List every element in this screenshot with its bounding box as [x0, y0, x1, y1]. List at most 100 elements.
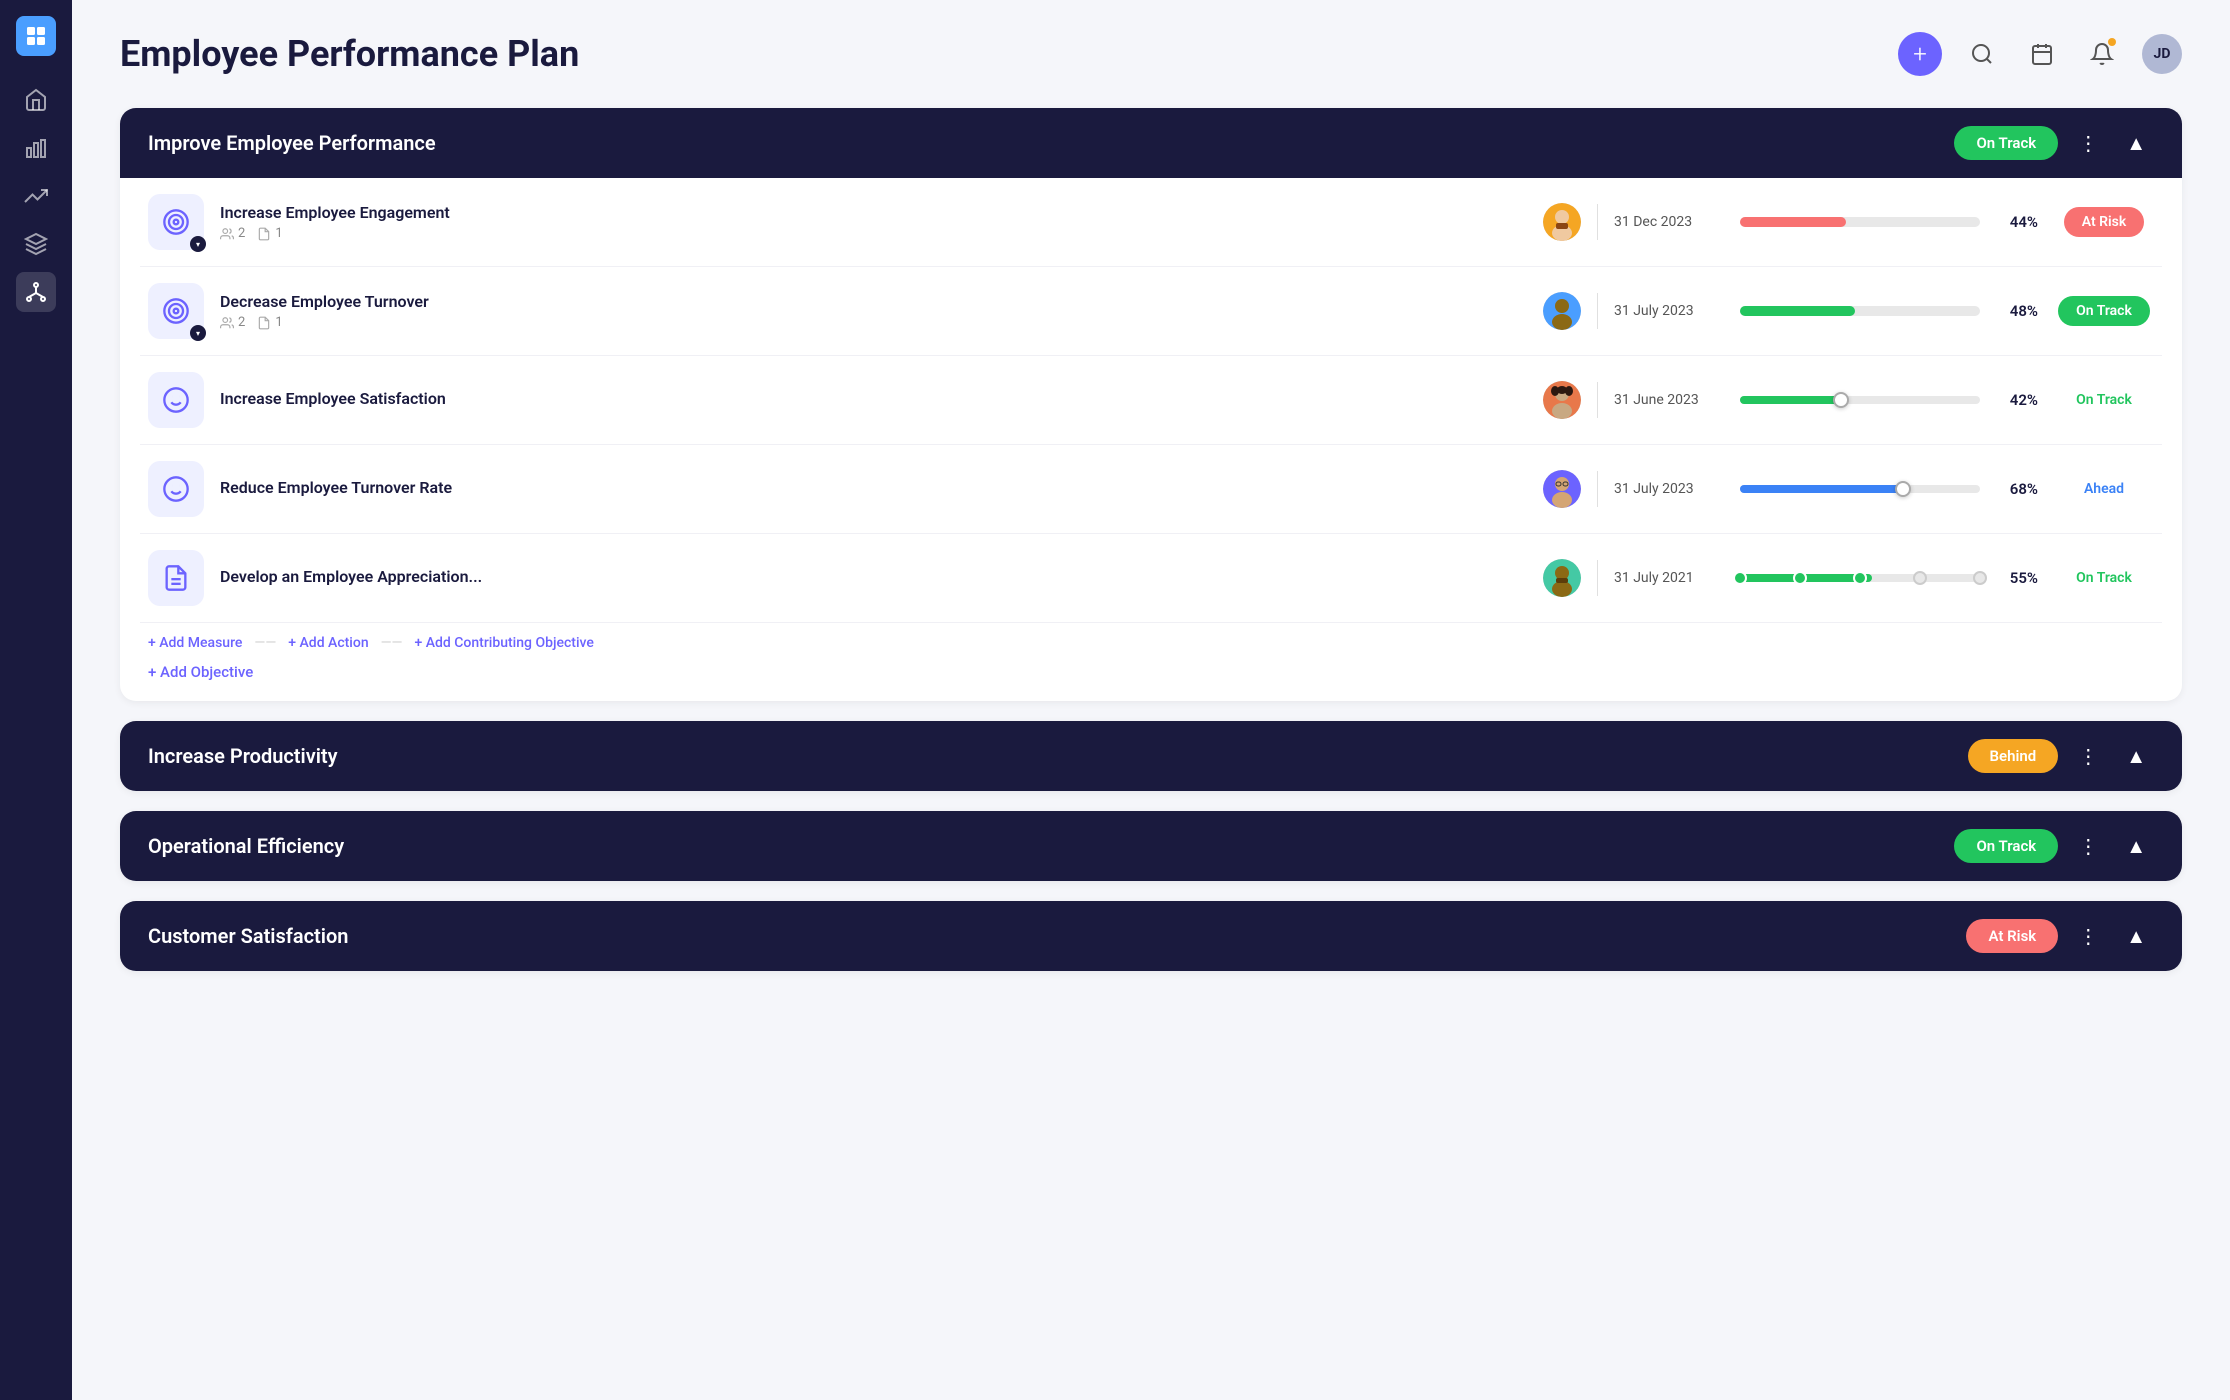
objective-icon-wrap[interactable]: ▾	[148, 283, 204, 339]
collapse-button[interactable]: ▲	[2118, 740, 2154, 773]
objective-status: Ahead	[2054, 474, 2154, 504]
slider-fill	[1740, 485, 1903, 493]
sidebar-item-performance[interactable]	[16, 176, 56, 216]
divider	[1597, 560, 1598, 596]
sidebar-item-analytics[interactable]	[16, 128, 56, 168]
slider-track	[1740, 396, 1980, 404]
objective-user-avatar[interactable]	[1543, 470, 1581, 508]
obj-meta-tasks: 1	[257, 226, 282, 241]
objective-user-avatar[interactable]	[1543, 381, 1581, 419]
sidebar-item-orgchart[interactable]	[16, 272, 56, 312]
objective-status-badge: On Track	[2058, 296, 2150, 326]
objective-date: 31 Dec 2023	[1614, 214, 1724, 230]
more-options-button[interactable]: ⋮	[2070, 127, 2106, 159]
objective-status-badge: On Track	[2058, 385, 2150, 415]
sidebar-item-layers[interactable]	[16, 224, 56, 264]
objective-date: 31 July 2023	[1614, 303, 1724, 319]
chevron-icon[interactable]: ▾	[190, 236, 206, 252]
goal-group-group-1: Improve Employee Performance On Track ⋮ …	[120, 108, 2182, 701]
objective-icon-wrap[interactable]	[148, 550, 204, 606]
objective-icon-wrap[interactable]: ▾	[148, 194, 204, 250]
objective-name: Develop an Employee Appreciation...	[220, 567, 1527, 586]
objective-progress-pct: 68%	[1996, 480, 2038, 498]
objective-status: On Track	[2054, 385, 2154, 415]
objective-info: Develop an Employee Appreciation...	[220, 567, 1527, 590]
milestone-dot	[1733, 571, 1747, 585]
progress-bar-bg	[1740, 217, 1980, 227]
calendar-icon	[2030, 42, 2054, 66]
header-actions: + JD	[1898, 32, 2182, 76]
objective-row: Reduce Employee Turnover Rate 31 July 20…	[140, 445, 2162, 534]
slider-progress	[1740, 393, 1980, 407]
objective-date: 31 June 2023	[1614, 392, 1724, 408]
goal-group-group-3: Operational Efficiency On Track ⋮ ▲	[120, 811, 2182, 881]
objective-icon-wrap[interactable]	[148, 372, 204, 428]
add-link-separator: ——	[381, 635, 403, 651]
divider	[1597, 293, 1598, 329]
main-content: Employee Performance Plan +	[72, 0, 2230, 1400]
objective-row: ▾ Increase Employee Engagement 2 1	[140, 178, 2162, 267]
objective-row: Increase Employee Satisfaction 31 June 2…	[140, 356, 2162, 445]
objective-user-avatar[interactable]	[1543, 559, 1581, 597]
notification-button[interactable]	[2082, 34, 2122, 74]
group-status-badge[interactable]: On Track	[1954, 829, 2058, 863]
objective-row: Develop an Employee Appreciation... 31 J…	[140, 534, 2162, 623]
goal-group-actions: On Track ⋮ ▲	[1954, 126, 2154, 160]
collapse-button[interactable]: ▲	[2118, 127, 2154, 160]
add-button[interactable]: +	[1898, 32, 1942, 76]
objective-info: Increase Employee Engagement 2 1	[220, 203, 1527, 241]
goal-group-header: Increase Productivity Behind ⋮ ▲	[120, 721, 2182, 791]
objective-name: Increase Employee Satisfaction	[220, 389, 1527, 408]
milestone-dot	[1973, 571, 1987, 585]
more-options-button[interactable]: ⋮	[2070, 740, 2106, 772]
group-status-badge[interactable]: On Track	[1954, 126, 2058, 160]
collapse-button[interactable]: ▲	[2118, 920, 2154, 953]
objective-progress-pct: 48%	[1996, 302, 2038, 320]
add-objective-link[interactable]: + Add Objective	[140, 655, 2162, 681]
slider-track	[1740, 485, 1980, 493]
objective-progress-wrap	[1740, 571, 1980, 585]
objective-progress-wrap	[1740, 306, 1980, 316]
collapse-button[interactable]: ▲	[2118, 830, 2154, 863]
objective-info: Increase Employee Satisfaction	[220, 389, 1527, 412]
divider	[1597, 204, 1598, 240]
divider	[1597, 382, 1598, 418]
objective-user-avatar[interactable]	[1543, 203, 1581, 241]
goal-group-title: Customer Satisfaction	[148, 924, 348, 948]
add-links: + Add Measure——+ Add Action——+ Add Contr…	[140, 623, 2162, 655]
add-link[interactable]: + Add Measure	[148, 635, 242, 651]
goal-group-actions: Behind ⋮ ▲	[1968, 739, 2154, 773]
chevron-icon[interactable]: ▾	[190, 325, 206, 341]
user-avatar[interactable]: JD	[2142, 34, 2182, 74]
add-link[interactable]: + Add Contributing Objective	[415, 635, 594, 651]
milestone-track	[1740, 574, 1980, 582]
milestone-dot	[1793, 571, 1807, 585]
slider-thumb[interactable]	[1833, 392, 1849, 408]
sidebar-item-home[interactable]	[16, 80, 56, 120]
search-button[interactable]	[1962, 34, 2002, 74]
objective-progress-pct: 55%	[1996, 569, 2038, 587]
objective-icon-wrap[interactable]	[148, 461, 204, 517]
group-status-badge[interactable]: Behind	[1968, 739, 2059, 773]
sidebar-logo[interactable]	[16, 16, 56, 56]
milestone-dot	[1913, 571, 1927, 585]
more-options-button[interactable]: ⋮	[2070, 830, 2106, 862]
goal-group-group-2: Increase Productivity Behind ⋮ ▲	[120, 721, 2182, 791]
slider-thumb[interactable]	[1895, 481, 1911, 497]
objective-user-avatar[interactable]	[1543, 292, 1581, 330]
notification-dot	[2108, 38, 2116, 46]
goal-group-title: Operational Efficiency	[148, 834, 344, 858]
plus-icon: +	[1913, 40, 1927, 68]
calendar-button[interactable]	[2022, 34, 2062, 74]
page-header: Employee Performance Plan +	[120, 32, 2182, 76]
more-options-button[interactable]: ⋮	[2070, 920, 2106, 952]
obj-meta-users: 2	[220, 315, 245, 330]
goal-group-actions: On Track ⋮ ▲	[1954, 829, 2154, 863]
add-link[interactable]: + Add Action	[288, 635, 368, 651]
group-status-badge[interactable]: At Risk	[1966, 919, 2058, 953]
objective-info: Decrease Employee Turnover 2 1	[220, 292, 1527, 330]
objective-date: 31 July 2021	[1614, 570, 1724, 586]
goal-group-header: Improve Employee Performance On Track ⋮ …	[120, 108, 2182, 178]
goal-group-body: ▾ Increase Employee Engagement 2 1	[120, 178, 2182, 701]
slider-fill	[1740, 396, 1841, 404]
